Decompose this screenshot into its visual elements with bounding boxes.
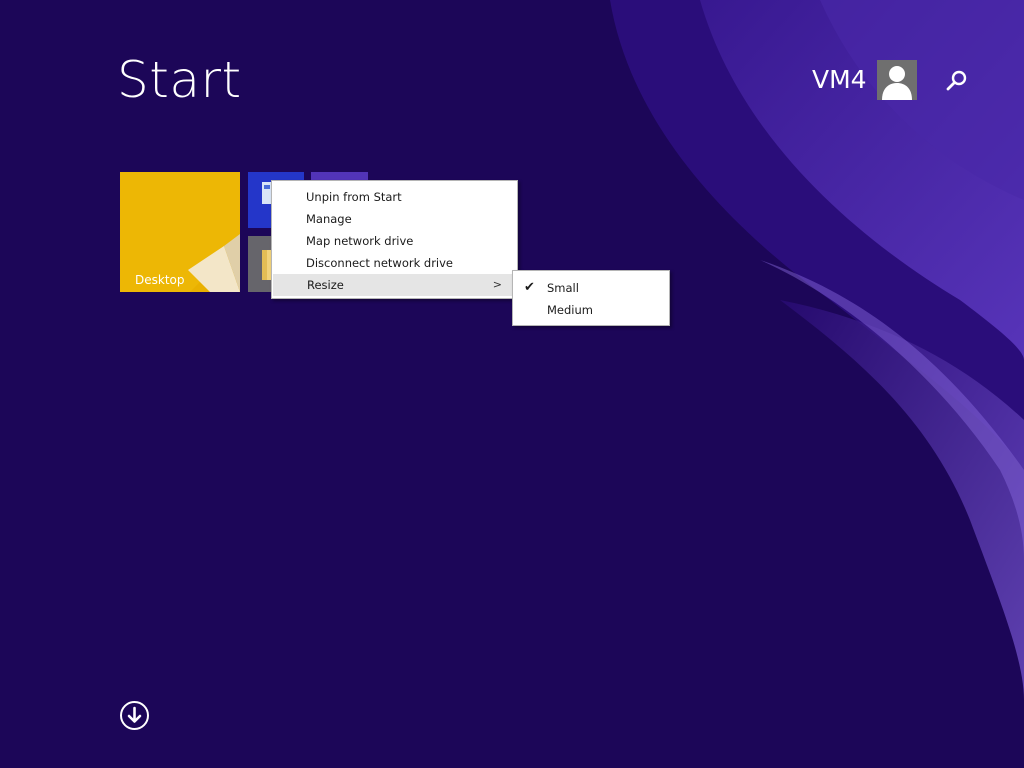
menu-item-label: Disconnect network drive xyxy=(306,256,454,270)
menu-item-manage[interactable]: Manage xyxy=(272,208,517,230)
checkmark-icon: ✔ xyxy=(524,280,535,295)
menu-item-disconnect-network-drive[interactable]: Disconnect network drive xyxy=(272,252,517,274)
submenu-item-label: Medium xyxy=(547,303,593,317)
menu-item-label: Manage xyxy=(306,212,352,226)
menu-item-label: Unpin from Start xyxy=(306,190,402,204)
submenu-item-small[interactable]: ✔ Small xyxy=(513,277,669,299)
user-avatar-icon[interactable] xyxy=(877,60,917,100)
user-name[interactable]: VM4 xyxy=(812,64,867,96)
submenu-item-label: Small xyxy=(547,281,579,295)
arrow-down-circle-icon[interactable] xyxy=(119,700,150,731)
desktop-tile-label: Desktop xyxy=(135,273,185,287)
start-screen: Start VM4 Desktop Unpin from Start Manag… xyxy=(0,0,1024,768)
tile-context-menu: Unpin from Start Manage Map network driv… xyxy=(271,180,518,299)
search-icon[interactable] xyxy=(942,66,972,96)
desktop-tile[interactable]: Desktop xyxy=(120,172,240,292)
menu-item-map-network-drive[interactable]: Map network drive xyxy=(272,230,517,252)
page-title: Start xyxy=(117,51,242,109)
menu-item-resize[interactable]: Resize > xyxy=(273,274,516,296)
resize-submenu: ✔ Small Medium xyxy=(512,270,670,326)
background-swoosh xyxy=(610,0,1024,700)
submenu-item-medium[interactable]: Medium xyxy=(513,299,669,321)
chevron-right-icon: > xyxy=(492,278,502,291)
menu-item-label: Map network drive xyxy=(306,234,414,248)
menu-item-label: Resize xyxy=(307,278,344,292)
menu-item-unpin-from-start[interactable]: Unpin from Start xyxy=(272,186,517,208)
